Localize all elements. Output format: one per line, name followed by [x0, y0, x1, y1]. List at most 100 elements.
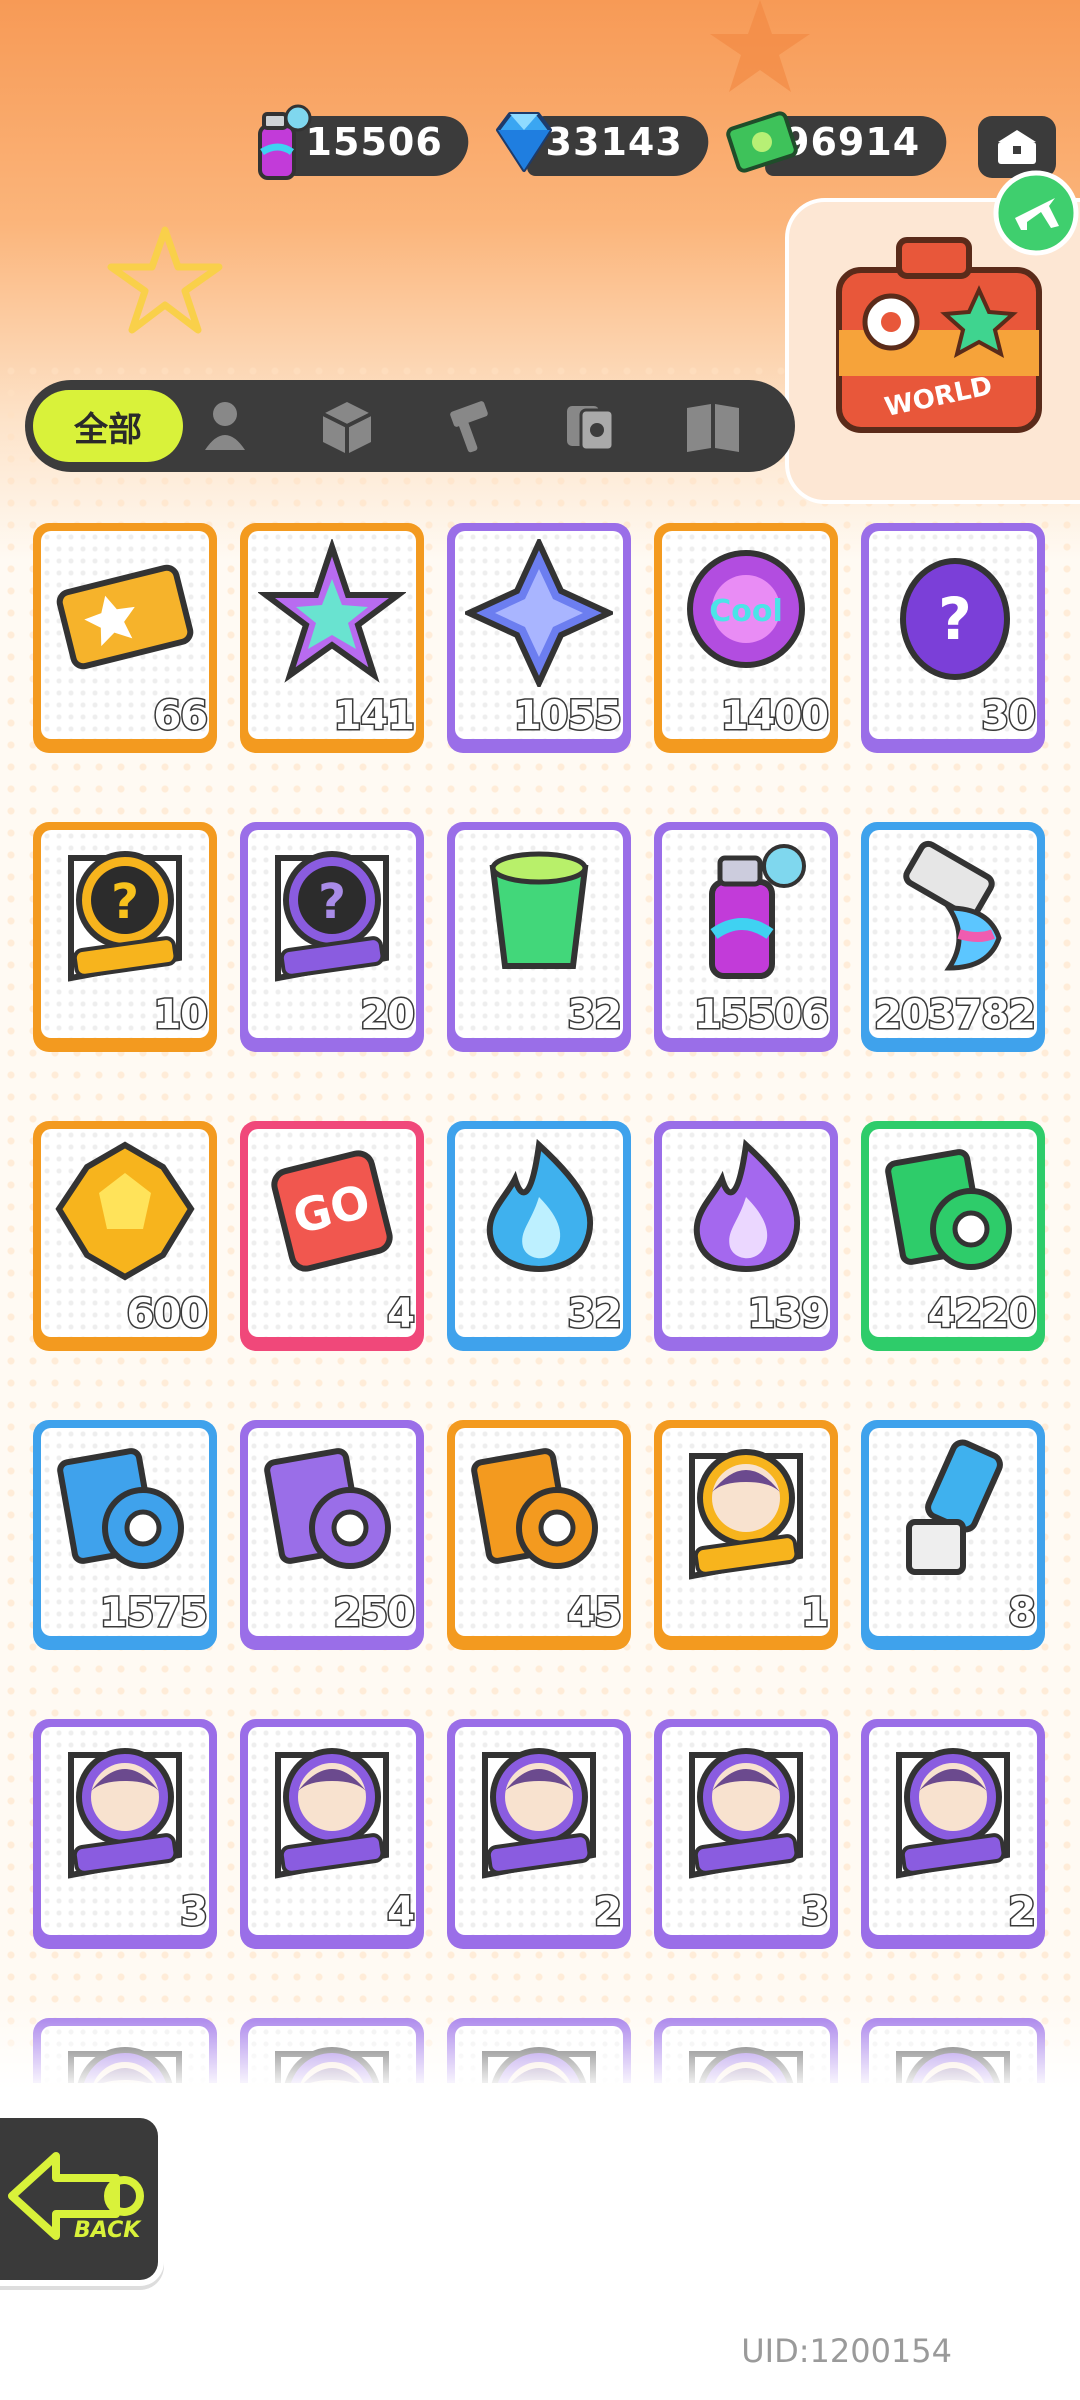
item-count: 139 — [746, 1290, 830, 1339]
deity-character-gold-icon — [689, 1449, 803, 1580]
item-card[interactable]: ? 30 — [861, 523, 1045, 753]
svg-text:Cool: Cool — [709, 594, 783, 629]
item-count: 1055 — [512, 692, 623, 741]
item-count: 10 — [152, 991, 210, 1040]
item-count: 3 — [800, 1888, 831, 1937]
item-card[interactable]: 4220 — [861, 1121, 1045, 1351]
item-card[interactable]: ? 20 — [240, 822, 424, 1052]
person-icon[interactable] — [193, 394, 257, 458]
item-count: 600 — [125, 1290, 209, 1339]
blue-flame-icon — [486, 1138, 594, 1272]
hammer-icon[interactable] — [437, 394, 501, 458]
item-count: 20 — [359, 991, 417, 1040]
item-count: 1575 — [98, 1589, 209, 1638]
gold-tape-icon — [471, 1448, 598, 1569]
purple-tape-icon — [264, 1448, 391, 1569]
currency-diamond-value: 33143 — [545, 120, 683, 164]
item-count: 3 — [179, 1888, 210, 1937]
paint-tube-icon — [903, 840, 1002, 971]
chest-icon — [998, 130, 1036, 164]
item-count: 45 — [566, 1589, 624, 1638]
deity-mystery-gold-icon: ? — [68, 851, 182, 982]
deity-character-icon — [689, 1748, 803, 1879]
item-count: 250 — [332, 1589, 416, 1638]
deity-character-icon — [68, 1748, 182, 1879]
deity-character-icon — [482, 1748, 596, 1879]
deity-character-icon — [896, 1748, 1010, 1879]
item-card[interactable]: 3 — [654, 1719, 838, 1949]
grid-fade — [0, 2000, 1080, 2090]
ticket-icon — [56, 564, 194, 670]
svg-text:?: ? — [938, 585, 972, 653]
item-card[interactable]: 2 — [447, 1719, 631, 1949]
back-button[interactable]: BACK — [0, 2112, 164, 2286]
item-count: 4 — [386, 1290, 417, 1339]
item-count: 1400 — [719, 692, 830, 741]
spray-can-icon — [258, 104, 312, 180]
mystery-egg-icon: ? — [900, 558, 1010, 680]
item-card[interactable]: 8 — [861, 1420, 1045, 1650]
box-icon[interactable] — [315, 394, 379, 458]
item-count: 141 — [332, 692, 416, 741]
item-count: 2 — [1007, 1888, 1038, 1937]
item-count: 32 — [566, 1290, 624, 1339]
item-count: 66 — [152, 692, 210, 741]
spray-can-icon — [709, 844, 806, 979]
green-tape-icon — [885, 1149, 1012, 1270]
item-count: 1 — [800, 1589, 831, 1638]
item-count: 15506 — [692, 991, 830, 1040]
item-count: 203782 — [873, 991, 1038, 1040]
rainbow-star-icon — [258, 539, 406, 683]
item-card[interactable]: 1575 — [33, 1420, 217, 1650]
item-count: 30 — [980, 692, 1038, 741]
item-card[interactable]: 66 — [33, 523, 217, 753]
item-count: 8 — [1007, 1589, 1038, 1638]
cool-badge-icon: Cool — [687, 550, 805, 668]
item-count: 4 — [386, 1888, 417, 1937]
book-icon[interactable] — [681, 394, 745, 458]
item-card[interactable]: GO 4 — [240, 1121, 424, 1351]
item-card[interactable]: ? 10 — [33, 822, 217, 1052]
item-card[interactable]: 32 — [447, 822, 631, 1052]
item-card[interactable]: 1 — [654, 1420, 838, 1650]
item-card[interactable]: Cool 1400 — [654, 523, 838, 753]
currency-spray-value: 15506 — [305, 120, 443, 164]
cards-icon[interactable] — [559, 394, 623, 458]
item-card[interactable]: 1055 — [447, 523, 631, 753]
item-card[interactable]: 141 — [240, 523, 424, 753]
open-cup-icon — [489, 851, 589, 969]
item-card[interactable]: 250 — [240, 1420, 424, 1650]
star-doodle-icon — [107, 226, 223, 334]
item-count: 32 — [566, 991, 624, 1040]
item-count: 4220 — [926, 1290, 1037, 1339]
cash-icon — [726, 111, 798, 173]
deity-character-icon — [275, 1748, 389, 1879]
blue-tape-icon — [57, 1448, 184, 1569]
blue-star-icon — [465, 539, 613, 687]
purple-flame-icon — [693, 1138, 801, 1272]
back-button-label: BACK — [74, 2218, 141, 2243]
svg-text:?: ? — [318, 874, 346, 930]
chest-button[interactable] — [978, 116, 1056, 178]
item-card[interactable]: 45 — [447, 1420, 631, 1650]
item-count: 2 — [593, 1888, 624, 1937]
item-card[interactable]: 4 — [240, 1719, 424, 1949]
go-dice-icon: GO — [271, 1150, 393, 1272]
item-card[interactable]: 32 — [447, 1121, 631, 1351]
inventory-grid: 66 141 1055 Cool 1400? 30? 10? 20 32 15506 203782 6… — [33, 523, 1055, 2083]
item-card[interactable]: 3 — [33, 1719, 217, 1949]
diamond-icon — [496, 112, 552, 172]
tab-all[interactable]: 全部 — [33, 390, 183, 462]
usb-key-icon — [906, 1439, 1003, 1575]
item-card[interactable]: 600 — [33, 1121, 217, 1351]
travel-suitcase-icon — [836, 237, 1042, 433]
item-card[interactable]: 2 — [861, 1719, 1045, 1949]
item-card[interactable]: 15506 — [654, 822, 838, 1052]
category-tab-bar: 全部 — [25, 380, 795, 472]
item-card[interactable]: 203782 — [861, 822, 1045, 1052]
item-card[interactable]: 139 — [654, 1121, 838, 1351]
event-badge[interactable]: WORLD — [785, 170, 1080, 504]
airplane-icon — [993, 170, 1079, 256]
gold-gem-icon — [55, 1141, 195, 1281]
star-decoration-icon — [710, 0, 810, 92]
